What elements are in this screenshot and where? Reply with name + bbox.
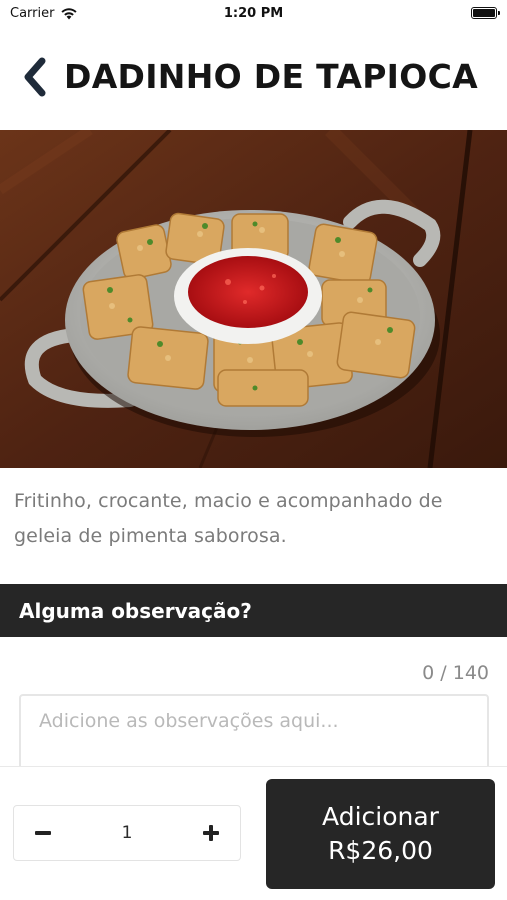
order-footer: 1 Adicionar R$26,00 [0, 766, 507, 900]
increment-button[interactable] [200, 822, 222, 844]
header: DADINHO DE TAPIOCA [0, 48, 507, 108]
minus-icon [35, 831, 51, 835]
add-to-cart-button[interactable]: Adicionar R$26,00 [266, 779, 495, 889]
decrement-button[interactable] [32, 822, 54, 844]
status-bar: Carrier 1:20 PM [0, 0, 507, 28]
battery-icon [471, 7, 500, 19]
quantity-value: 1 [121, 823, 133, 843]
character-counter: 0 / 140 [422, 662, 489, 684]
plus-icon [202, 825, 219, 841]
product-description: Fritinho, crocante, macio e acompanhado … [14, 490, 443, 547]
chevron-left-icon [24, 57, 46, 97]
product-photo [0, 130, 507, 468]
back-button[interactable] [18, 56, 52, 98]
add-button-price: R$26,00 [328, 836, 433, 865]
quantity-stepper: 1 [13, 805, 241, 861]
page-title: DADINHO DE TAPIOCA [64, 57, 478, 96]
observations-section-header: Alguma observação? [0, 584, 507, 637]
status-time: 1:20 PM [223, 6, 284, 21]
observations-title: Alguma observação? [19, 598, 252, 623]
add-button-label: Adicionar [322, 802, 439, 831]
